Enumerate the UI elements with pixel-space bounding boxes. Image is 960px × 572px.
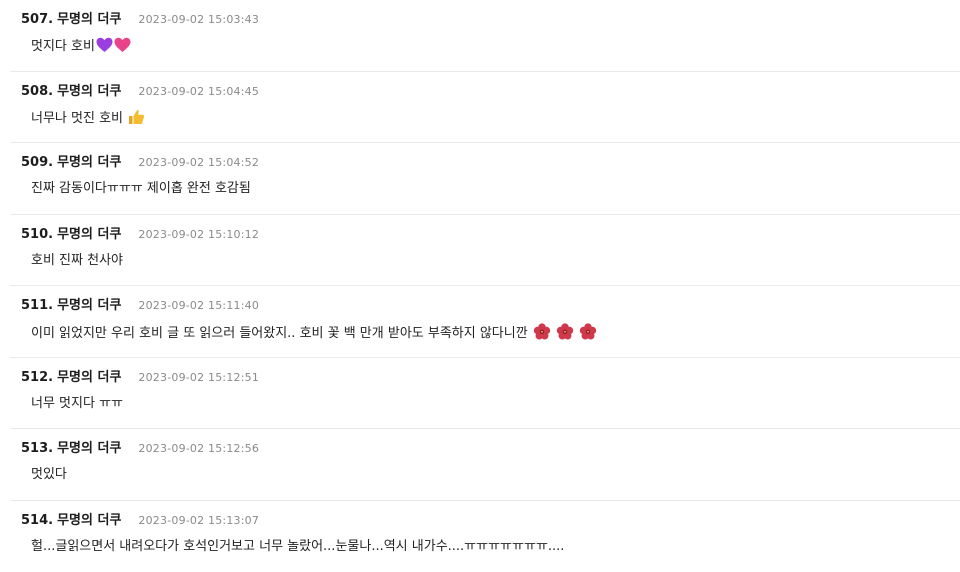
comment-item: 514. 무명의 더쿠 2023-09-02 15:13:07 헐...글읽으면… [10, 501, 960, 572]
comment-meta: 510. 무명의 더쿠 2023-09-02 15:10:12 [21, 223, 960, 241]
thumbs-up-icon [128, 109, 145, 131]
comment-body: 호비 진짜 천사야 [31, 252, 960, 270]
comment-date: 2023-09-02 15:12:56 [138, 442, 259, 455]
comment-date: 2023-09-02 15:03:43 [138, 13, 259, 26]
comment-item: 512. 무명의 더쿠 2023-09-02 15:12:51 너무 멋지다 ㅠ… [10, 358, 960, 430]
comment-meta: 511. 무명의 더쿠 2023-09-02 15:11:40 [21, 294, 960, 312]
comment-item: 510. 무명의 더쿠 2023-09-02 15:10:12 호비 진짜 천사… [10, 215, 960, 287]
comment-text: 호비 진짜 천사야 [31, 253, 123, 268]
comment-body: 너무나 멋진 호비 [31, 109, 960, 131]
comment-author[interactable]: 무명의 더쿠 [57, 8, 121, 27]
comment-author[interactable]: 무명의 더쿠 [57, 366, 121, 385]
comment-meta: 514. 무명의 더쿠 2023-09-02 15:13:07 [21, 509, 960, 527]
comment-item: 513. 무명의 더쿠 2023-09-02 15:12:56 멋있다 [10, 429, 960, 501]
comment-body: 멋있다 [31, 466, 960, 484]
comment-number: 508. [21, 84, 53, 99]
comment-list: 507. 무명의 더쿠 2023-09-02 15:03:43 멋지다 호비 5… [0, 0, 960, 572]
comment-item: 507. 무명의 더쿠 2023-09-02 15:03:43 멋지다 호비 [10, 0, 960, 72]
purple-heart-icon [96, 37, 113, 59]
comment-author[interactable]: 무명의 더쿠 [57, 80, 121, 99]
comment-author[interactable]: 무명의 더쿠 [57, 509, 121, 528]
comment-item: 509. 무명의 더쿠 2023-09-02 15:04:52 진짜 감동이다ㅠ… [10, 143, 960, 215]
comment-text: 이미 읽었지만 우리 호비 글 또 읽으러 들어왔지.. 호비 꽃 백 만개 받… [31, 326, 528, 341]
comment-author[interactable]: 무명의 더쿠 [57, 294, 121, 313]
comment-date: 2023-09-02 15:13:07 [138, 514, 259, 527]
comment-text: 헐...글읽으면서 내려오다가 호석인거보고 너무 놀랐어...눈물나...역시… [31, 539, 564, 554]
comment-meta: 513. 무명의 더쿠 2023-09-02 15:12:56 [21, 437, 960, 455]
comment-meta: 507. 무명의 더쿠 2023-09-02 15:03:43 [21, 8, 960, 26]
comment-body: 이미 읽었지만 우리 호비 글 또 읽으러 들어왔지.. 호비 꽃 백 만개 받… [31, 323, 960, 346]
comment-text: 진짜 감동이다ㅠㅠㅠ 제이홉 완전 호감됨 [31, 181, 251, 196]
comment-author[interactable]: 무명의 더쿠 [57, 223, 121, 242]
hibiscus-icon [556, 323, 574, 346]
comment-number: 507. [21, 12, 53, 27]
comment-body: 너무 멋지다 ㅠㅠ [31, 395, 960, 413]
comment-date: 2023-09-02 15:12:51 [138, 371, 259, 384]
comment-text: 멋지다 호비 [31, 39, 95, 54]
comment-text: 멋있다 [31, 467, 67, 482]
comment-body: 멋지다 호비 [31, 37, 960, 59]
comment-item: 511. 무명의 더쿠 2023-09-02 15:11:40 이미 읽었지만 … [10, 286, 960, 358]
comment-author[interactable]: 무명의 더쿠 [57, 437, 121, 456]
comment-date: 2023-09-02 15:11:40 [138, 299, 259, 312]
comment-number: 514. [21, 513, 53, 528]
comment-text: 너무 멋지다 ㅠㅠ [31, 396, 123, 411]
comment-meta: 508. 무명의 더쿠 2023-09-02 15:04:45 [21, 80, 960, 98]
comment-meta: 512. 무명의 더쿠 2023-09-02 15:12:51 [21, 366, 960, 384]
comment-number: 510. [21, 227, 53, 242]
comment-body: 진짜 감동이다ㅠㅠㅠ 제이홉 완전 호감됨 [31, 180, 960, 198]
comment-meta: 509. 무명의 더쿠 2023-09-02 15:04:52 [21, 151, 960, 169]
comment-number: 513. [21, 441, 53, 456]
hibiscus-icon [579, 323, 597, 346]
comment-date: 2023-09-02 15:04:45 [138, 85, 259, 98]
comment-date: 2023-09-02 15:04:52 [138, 156, 259, 169]
pink-heart-icon [114, 37, 131, 59]
comment-author[interactable]: 무명의 더쿠 [57, 151, 121, 170]
comment-body: 헐...글읽으면서 내려오다가 호석인거보고 너무 놀랐어...눈물나...역시… [31, 538, 960, 556]
comment-number: 511. [21, 298, 53, 313]
comment-number: 509. [21, 155, 53, 170]
comment-date: 2023-09-02 15:10:12 [138, 228, 259, 241]
comment-number: 512. [21, 370, 53, 385]
comment-text: 너무나 멋진 호비 [31, 111, 123, 126]
hibiscus-icon [533, 323, 551, 346]
comment-item: 508. 무명의 더쿠 2023-09-02 15:04:45 너무나 멋진 호… [10, 72, 960, 144]
